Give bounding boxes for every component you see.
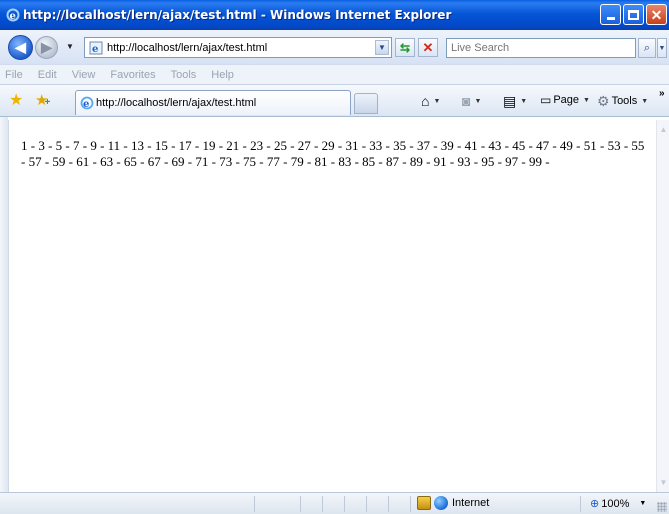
zoom-level: 100%: [601, 497, 630, 510]
chevron-down-icon: ▼: [433, 97, 441, 105]
page-icon: e: [80, 96, 94, 110]
address-bar[interactable]: e http://localhost/lern/ajax/test.html ▼: [84, 37, 392, 58]
menu-view[interactable]: View: [72, 69, 96, 81]
chevron-down-icon: ▼: [658, 44, 666, 52]
search-options-dropdown[interactable]: ▼: [657, 38, 667, 58]
status-divider: [254, 496, 255, 512]
page-menu-icon: ▭: [540, 93, 552, 107]
refresh-icon: ⇆: [399, 40, 411, 55]
page-icon: e: [89, 41, 103, 55]
status-divider: [344, 496, 345, 512]
close-button[interactable]: ✕: [646, 4, 667, 25]
status-divider: [366, 496, 367, 512]
feeds-icon: ◙: [462, 93, 471, 109]
recent-pages-dropdown[interactable]: ▼: [66, 42, 74, 51]
window-title: http://localhost/lern/ajax/test.html - W…: [23, 8, 452, 22]
search-icon: ⌕: [643, 41, 651, 54]
page-menu-button[interactable]: ▭ Page ▼: [540, 94, 590, 106]
search-box[interactable]: [446, 38, 636, 58]
stop-button[interactable]: ✕: [418, 38, 438, 57]
tools-menu-button[interactable]: ⚙ Tools ▼: [597, 94, 648, 108]
favorites-center-icon[interactable]: ★: [9, 93, 23, 109]
address-url[interactable]: http://localhost/lern/ajax/test.html: [107, 42, 267, 54]
resize-grip-icon[interactable]: [657, 502, 667, 512]
maximize-icon: [628, 9, 639, 20]
svg-text:e: e: [83, 99, 89, 110]
back-arrow-icon: ◀: [15, 39, 26, 55]
close-icon: ✕: [650, 6, 663, 23]
print-button[interactable]: ▤ ▼: [503, 94, 527, 108]
tab-active[interactable]: e http://localhost/lern/ajax/test.html: [75, 90, 351, 115]
forward-button[interactable]: ▶: [35, 36, 58, 59]
chevron-down-icon: ▼: [474, 97, 482, 105]
feeds-button[interactable]: ◙ ▼: [462, 94, 481, 108]
status-divider: [322, 496, 323, 512]
maximize-button[interactable]: [623, 4, 644, 25]
menu-bar: File Edit View Favorites Tools Help: [0, 64, 669, 85]
tab-label: http://localhost/lern/ajax/test.html: [96, 97, 257, 109]
title-bar: e http://localhost/lern/ajax/test.html -…: [0, 0, 669, 30]
odd-numbers-text: 1 - 3 - 5 - 7 - 9 - 11 - 13 - 15 - 17 - …: [21, 138, 645, 169]
menu-favorites[interactable]: Favorites: [110, 69, 155, 81]
back-button[interactable]: ◀: [8, 35, 33, 60]
scroll-down-icon[interactable]: ▼: [658, 476, 669, 489]
menu-help[interactable]: Help: [211, 69, 234, 81]
stop-icon: ✕: [422, 39, 434, 55]
status-divider: [410, 496, 411, 512]
ie-logo-icon: e: [6, 8, 20, 22]
status-divider: [300, 496, 301, 512]
chevron-down-icon: ▼: [639, 500, 647, 507]
status-divider: [388, 496, 389, 512]
chevron-down-icon: ▼: [378, 43, 386, 52]
globe-icon: [434, 496, 448, 510]
zoom-icon: ⊕: [590, 498, 600, 510]
refresh-button[interactable]: ⇆: [395, 38, 415, 57]
security-zone[interactable]: Internet: [417, 496, 489, 510]
more-commands-icon[interactable]: »: [659, 88, 665, 99]
chevron-down-icon: ▼: [641, 97, 649, 105]
gear-icon: ⚙: [597, 93, 610, 109]
vertical-scrollbar[interactable]: ▲ ▼: [656, 120, 669, 492]
minimize-button[interactable]: [600, 4, 621, 25]
svg-text:e: e: [10, 11, 16, 22]
address-dropdown-button[interactable]: ▼: [375, 40, 389, 55]
minimize-icon: [606, 17, 615, 20]
zone-label: Internet: [452, 497, 490, 509]
search-input[interactable]: [447, 39, 635, 57]
chevron-down-icon: ▼: [583, 96, 590, 104]
protected-mode-icon: [417, 496, 431, 510]
chevron-down-icon: ▼: [520, 97, 528, 105]
svg-text:e: e: [92, 44, 98, 55]
left-frame-border: [0, 117, 8, 492]
navigation-bar: ◀ ▶ ▼ e http://localhost/lern/ajax/test.…: [0, 30, 669, 64]
menu-edit[interactable]: Edit: [38, 69, 57, 81]
home-button[interactable]: ⌂ ▼: [421, 94, 440, 108]
new-tab-button[interactable]: [354, 93, 378, 114]
menu-file[interactable]: File: [5, 69, 23, 81]
scroll-up-icon[interactable]: ▲: [658, 123, 669, 136]
page-menu-label: Page: [553, 94, 580, 106]
page-content: 1 - 3 - 5 - 7 - 9 - 11 - 13 - 15 - 17 - …: [8, 120, 653, 492]
print-icon: ▤: [503, 93, 517, 109]
tools-menu-label: Tools: [611, 95, 638, 107]
status-divider: [580, 496, 581, 512]
search-button[interactable]: ⌕: [638, 38, 656, 58]
home-icon: ⌂: [421, 93, 430, 109]
forward-arrow-icon: ▶: [41, 39, 52, 55]
zoom-control[interactable]: ⊕ 100% ▼: [590, 497, 647, 511]
command-bar: ★ ★+ e http://localhost/lern/ajax/test.h…: [0, 85, 669, 117]
menu-tools[interactable]: Tools: [171, 69, 197, 81]
add-to-favorites-icon[interactable]: ★+: [35, 93, 50, 108]
status-bar: Internet ⊕ 100% ▼: [0, 492, 669, 514]
